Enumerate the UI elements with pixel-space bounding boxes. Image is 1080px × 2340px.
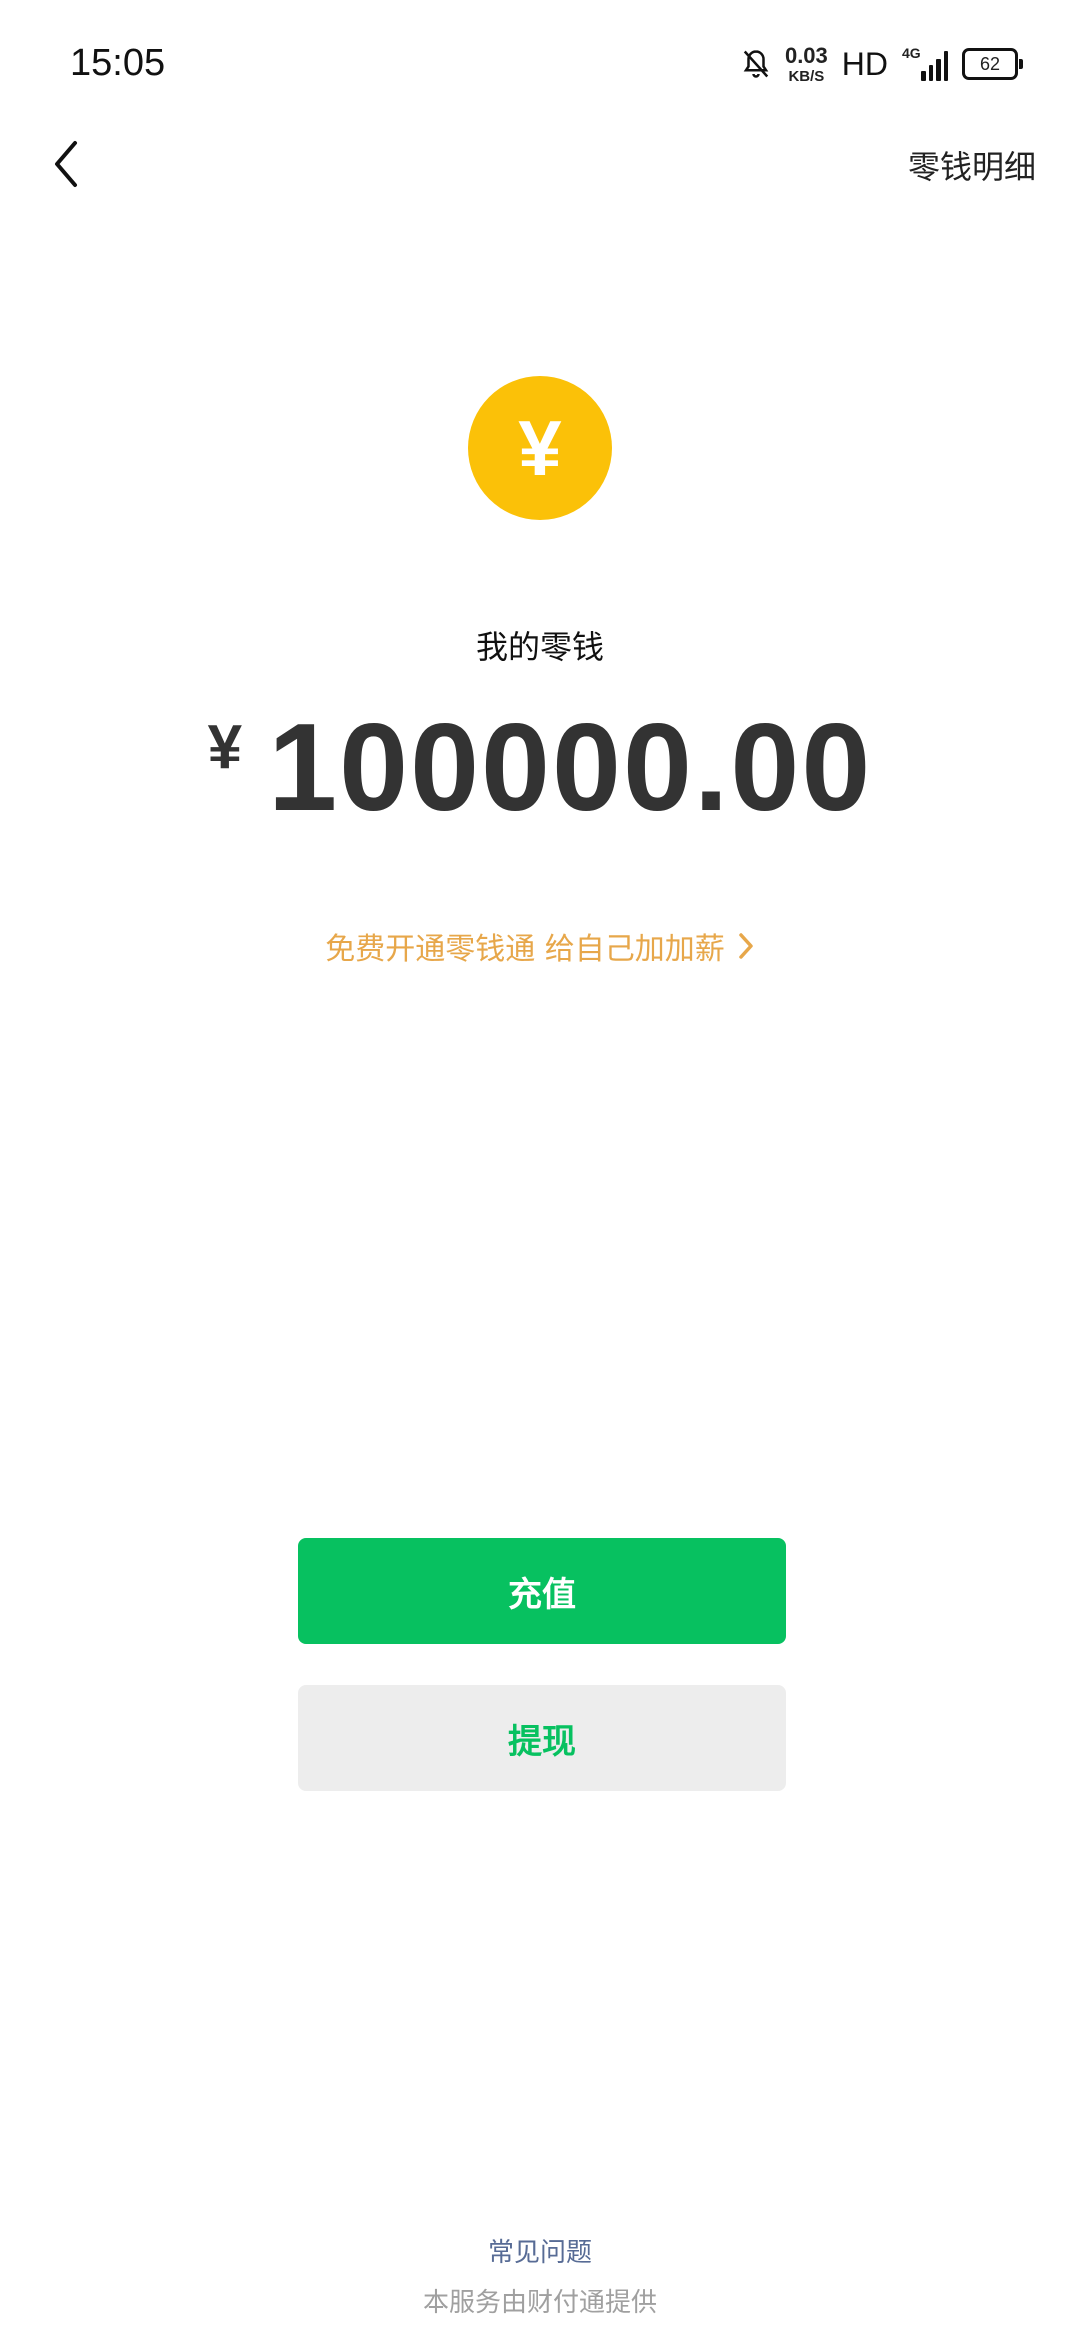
bell-off-icon	[743, 50, 769, 78]
provider-text: 本服务由财付通提供	[422, 2288, 657, 2318]
balance-amount: ¥ 100000.00	[0, 699, 1080, 837]
yuan-coin-icon: ¥	[468, 376, 612, 520]
faq-link[interactable]: 常见问题	[0, 2232, 1080, 2269]
network-type: 4G	[902, 45, 921, 61]
hd-indicator: HD	[841, 45, 888, 82]
status-icons: 0.03 KB/S HD 4G 62	[741, 42, 1023, 85]
recharge-button[interactable]: 充值	[298, 1538, 786, 1644]
chevron-left-icon	[55, 141, 77, 187]
status-time: 15:05	[70, 42, 166, 84]
balance-label: 我的零钱	[475, 628, 604, 666]
promo-text: 免费开通零钱通 给自己加加薪	[325, 932, 725, 967]
currency-symbol: ¥	[207, 713, 243, 782]
network-speed: 0.03 KB/S	[784, 42, 828, 85]
amount-value: 100000.00	[268, 699, 873, 837]
network-speed-value: 0.03	[784, 42, 828, 68]
change-details-link[interactable]: 零钱明细	[908, 142, 1036, 188]
battery-level: 62	[979, 53, 1001, 74]
network-speed-unit: KB/S	[788, 67, 825, 85]
battery-icon: 62	[962, 48, 1023, 80]
withdraw-button[interactable]: 提现	[298, 1685, 786, 1791]
wallet-change-page: 15:05 0.03 KB/S HD 4G 62 零钱明细 ¥ 我的零钱 ¥ 1…	[0, 0, 1080, 2340]
status-bar: 15:05 0.03 KB/S HD 4G 62	[0, 0, 1080, 130]
chevron-right-icon	[739, 933, 753, 959]
back-button[interactable]	[38, 136, 94, 192]
lingqiantong-promo-link[interactable]: 免费开通零钱通 给自己加加薪	[0, 924, 1080, 968]
signal-icon: 4G	[902, 45, 948, 81]
